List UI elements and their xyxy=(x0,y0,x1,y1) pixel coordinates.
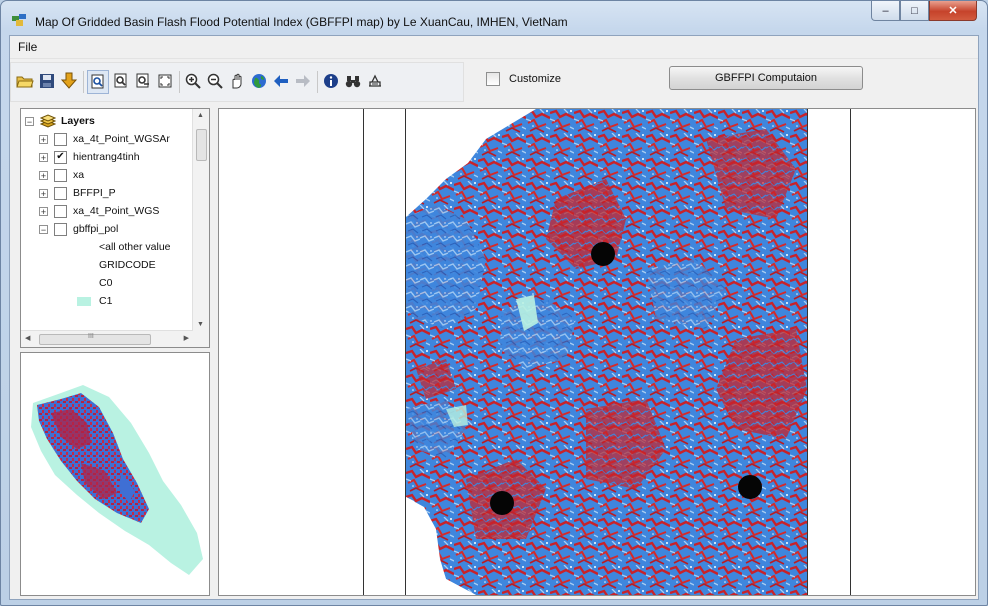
station-point[interactable] xyxy=(490,491,514,515)
expand-icon[interactable]: + xyxy=(39,188,48,198)
scroll-grip: III xyxy=(88,333,94,340)
flash-flood-potential-raster xyxy=(406,109,807,595)
zoom-to-selection-icon[interactable] xyxy=(111,71,131,91)
globe-icon[interactable] xyxy=(249,71,269,91)
window-title: Map Of Gridded Basin Flash Flood Potenti… xyxy=(35,15,568,29)
layer-item-xa[interactable]: + xa xyxy=(39,166,84,184)
gbffpi-computation-button[interactable]: GBFFPI Computaion xyxy=(669,66,863,90)
scroll-up-icon[interactable]: ▲ xyxy=(197,112,204,119)
zoom-prev-icon[interactable] xyxy=(133,71,153,91)
scroll-right-icon[interactable]: ▶ xyxy=(184,334,189,342)
layer-label: hientrang4tinh xyxy=(73,151,140,163)
window-controls: – □ ✕ xyxy=(871,1,977,23)
toolbar-separator xyxy=(317,71,318,93)
customize-label: Customize xyxy=(509,73,561,85)
scroll-down-icon[interactable]: ▼ xyxy=(197,321,204,328)
map-frame-line xyxy=(363,109,364,595)
layer-label: xa_4t_Point_WGSAr xyxy=(73,133,170,145)
toolbar-separator xyxy=(179,71,180,93)
customize-checkbox[interactable]: Customize xyxy=(486,72,561,86)
layer-visibility-checkbox[interactable] xyxy=(54,132,67,146)
layers-root[interactable]: − Layers xyxy=(25,112,95,130)
layer-visibility-checkbox[interactable] xyxy=(54,186,67,200)
layer-visibility-checkbox[interactable] xyxy=(54,222,67,236)
legend-class-c1: C1 xyxy=(77,292,112,310)
legend-class-label: C1 xyxy=(99,295,113,307)
station-point[interactable] xyxy=(591,242,615,266)
layer-item-xa-4t-point-wgs[interactable]: + xa_4t_Point_WGS xyxy=(39,202,159,220)
close-button[interactable]: ✕ xyxy=(929,1,977,21)
collapse-icon[interactable]: − xyxy=(25,116,34,126)
layers-root-label: Layers xyxy=(61,115,95,127)
legend-class-c0: C0 xyxy=(99,274,112,292)
menu-file[interactable]: File xyxy=(18,40,37,54)
back-arrow-icon[interactable] xyxy=(271,71,291,91)
scroll-left-icon[interactable]: ◀ xyxy=(25,334,30,342)
toc-vertical-scrollbar[interactable]: ▲ ▼ xyxy=(192,109,209,331)
overview-map-graphic xyxy=(31,385,203,575)
main-map-view[interactable] xyxy=(218,108,976,596)
expand-icon[interactable]: + xyxy=(39,170,48,180)
pan-hand-icon[interactable] xyxy=(227,71,247,91)
measure-icon[interactable] xyxy=(365,71,385,91)
app-icon xyxy=(12,14,26,26)
customize-check-box[interactable] xyxy=(486,72,500,86)
full-extent-icon[interactable] xyxy=(155,71,175,91)
toc-horizontal-scrollbar[interactable]: ◀ III ▶ xyxy=(21,330,193,347)
scroll-thumb[interactable]: III xyxy=(39,333,151,345)
layer-visibility-checkbox[interactable] xyxy=(54,168,67,182)
identify-icon[interactable] xyxy=(321,71,341,91)
layer-label: xa xyxy=(73,169,85,181)
zoom-to-layer-icon[interactable] xyxy=(87,70,109,94)
layer-label: xa_4t_Point_WGS xyxy=(73,205,160,217)
legend-class-label: C0 xyxy=(99,277,113,289)
maximize-button[interactable]: □ xyxy=(900,1,929,21)
layer-visibility-checkbox[interactable]: ✔ xyxy=(54,150,67,164)
save-icon[interactable] xyxy=(37,71,57,91)
app-window: Map Of Gridded Basin Flash Flood Potenti… xyxy=(0,0,988,606)
find-binoculars-icon[interactable] xyxy=(343,71,363,91)
expand-icon[interactable]: + xyxy=(39,152,48,162)
layer-item-bffpi-p[interactable]: + BFFPI_P xyxy=(39,184,116,202)
layers-stack-icon xyxy=(40,114,56,128)
layer-label: gbffpi_pol xyxy=(73,223,119,235)
collapse-icon[interactable]: − xyxy=(39,224,48,234)
add-data-icon[interactable] xyxy=(59,71,79,91)
zoom-out-icon[interactable] xyxy=(205,71,225,91)
expand-icon[interactable]: + xyxy=(39,134,48,144)
legend-field-name: GRIDCODE xyxy=(99,259,156,271)
open-folder-icon[interactable] xyxy=(15,71,35,91)
overview-map[interactable] xyxy=(20,352,210,596)
layer-item-gbffpi-pol[interactable]: − gbffpi_pol xyxy=(39,220,118,238)
toolbar-separator xyxy=(83,71,84,93)
expand-icon[interactable]: + xyxy=(39,206,48,216)
map-frame-line xyxy=(807,109,808,595)
legend-other-values: <all other value xyxy=(99,241,171,253)
menu-bar: File xyxy=(10,36,978,59)
zoom-in-icon[interactable] xyxy=(183,71,203,91)
map-toolbar xyxy=(10,62,464,102)
forward-arrow-icon[interactable] xyxy=(293,71,313,91)
layer-item-hientrang4tinh[interactable]: + ✔ hientrang4tinh xyxy=(39,148,140,166)
scroll-thumb[interactable] xyxy=(196,129,207,161)
layer-visibility-checkbox[interactable] xyxy=(54,204,67,218)
layers-panel: − Layers + xa_4t_Point_WGSAr + ✔ hientra… xyxy=(20,108,210,348)
layer-label: BFFPI_P xyxy=(73,187,116,199)
map-frame-line xyxy=(850,109,851,595)
scrollbar-corner xyxy=(193,331,209,347)
legend-swatch xyxy=(77,296,91,306)
client-area: File Customize GBFFPI Computaion − Layer… xyxy=(9,35,979,600)
title-bar[interactable]: Map Of Gridded Basin Flash Flood Potenti… xyxy=(1,1,987,35)
minimize-button[interactable]: – xyxy=(871,1,900,21)
station-point[interactable] xyxy=(738,475,762,499)
layer-item-xa-4t-point-wgsar[interactable]: + xa_4t_Point_WGSAr xyxy=(39,130,170,148)
